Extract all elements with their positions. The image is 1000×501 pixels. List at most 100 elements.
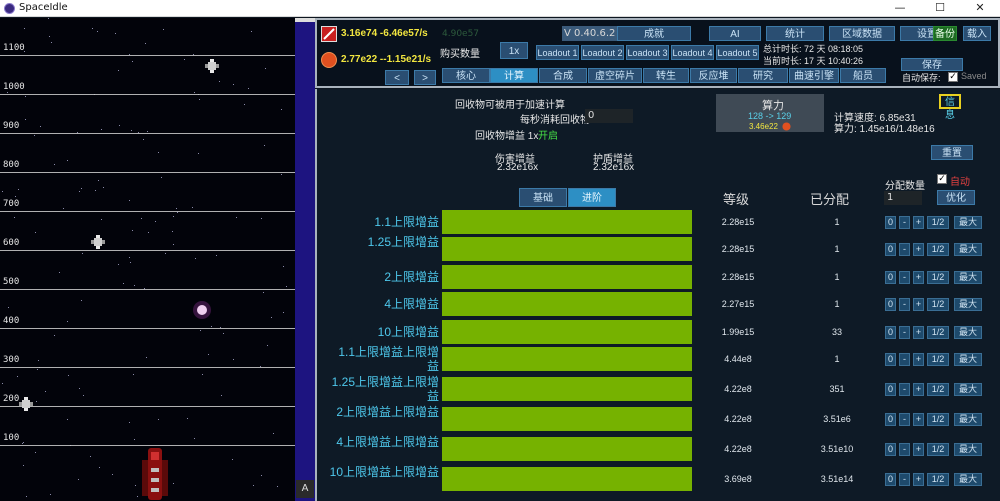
minimize-button[interactable]: — [880,0,920,17]
max-button[interactable]: 最大 [954,298,982,311]
decrement-button[interactable]: - [899,271,910,284]
max-button[interactable]: 最大 [954,243,982,256]
optimize-button[interactable]: 优化 [937,190,975,205]
decrement-button[interactable]: - [899,298,910,311]
tab-reactor[interactable]: 反应堆 [690,68,737,83]
scrollbar-thumb[interactable] [295,18,315,22]
achievements-button[interactable]: 成就 [617,26,691,41]
decrement-button[interactable]: - [899,243,910,256]
loadout-button-2[interactable]: Loadout 2 [581,45,624,60]
loadout-button-4[interactable]: Loadout 4 [671,45,714,60]
increment-button[interactable]: + [913,473,924,486]
stats-button[interactable]: 统计 [766,26,824,41]
max-button[interactable]: 最大 [954,271,982,284]
set-zero-button[interactable]: 0 [885,413,896,426]
game-scrollbar[interactable] [295,18,315,501]
increment-button[interactable]: + [913,443,924,456]
decrement-button[interactable]: - [899,413,910,426]
decrement-button[interactable]: - [899,383,910,396]
set-zero-button[interactable]: 0 [885,383,896,396]
half-button[interactable]: 1/2 [927,353,949,366]
half-button[interactable]: 1/2 [927,443,949,456]
decrement-button[interactable]: - [899,473,910,486]
set-zero-button[interactable]: 0 [885,326,896,339]
max-button[interactable]: 最大 [954,326,982,339]
max-button[interactable]: 最大 [954,413,982,426]
half-button[interactable]: 1/2 [927,216,949,229]
max-button[interactable]: 最大 [954,383,982,396]
reset-button[interactable]: 重置 [931,145,973,160]
half-button[interactable]: 1/2 [927,383,949,396]
background-star [223,333,224,334]
ai-button[interactable]: AI [709,26,761,41]
maximize-button[interactable]: ☐ [920,0,960,17]
game-viewport[interactable]: 1100 1000 900 800 700 600 500 400 300 200 100 [0,18,295,501]
increment-button[interactable]: + [913,326,924,339]
subtab-basic[interactable]: 基础 [519,188,567,207]
set-zero-button[interactable]: 0 [885,216,896,229]
resource-2-icon [321,52,337,68]
max-button[interactable]: 最大 [954,216,982,229]
background-star [15,196,16,197]
close-button[interactable]: ✕ [960,0,1000,17]
half-button[interactable]: 1/2 [927,413,949,426]
max-button[interactable]: 最大 [954,353,982,366]
set-zero-button[interactable]: 0 [885,243,896,256]
increment-button[interactable]: + [913,413,924,426]
increment-button[interactable]: + [913,216,924,229]
autosave-checkbox[interactable]: ✓ [948,72,958,82]
loadout-button-1[interactable]: Loadout 1 [536,45,579,60]
loadout-button-5[interactable]: Loadout 5 [716,45,759,60]
alloc-input[interactable]: 1 [884,191,922,205]
set-zero-button[interactable]: 0 [885,271,896,284]
recycle-per-sec-label: 每秒消耗回收物 [520,115,590,126]
set-zero-button[interactable]: 0 [885,353,896,366]
recycle-per-sec-input[interactable]: 0 [585,109,633,123]
scroll-a-button[interactable]: A [296,480,314,498]
max-button[interactable]: 最大 [954,473,982,486]
set-zero-button[interactable]: 0 [885,473,896,486]
tab-rebirth[interactable]: 转生 [643,68,689,83]
half-button[interactable]: 1/2 [927,298,949,311]
prev-page-button[interactable]: < [385,70,409,85]
decrement-button[interactable]: - [899,216,910,229]
increment-button[interactable]: + [913,383,924,396]
tab-crew[interactable]: 船员 [840,68,886,83]
tab-compute[interactable]: 计算 [490,68,538,83]
row-allocated: 1 [834,244,840,254]
max-button[interactable]: 最大 [954,443,982,456]
tab-synthesis[interactable]: 合成 [539,68,587,83]
increment-button[interactable]: + [913,271,924,284]
auto-checkbox[interactable]: ✓ [937,174,947,184]
load-button[interactable]: 载入 [963,26,991,41]
region-data-button[interactable]: 区域数据 [829,26,895,41]
decrement-button[interactable]: - [899,353,910,366]
set-zero-button[interactable]: 0 [885,298,896,311]
increment-button[interactable]: + [913,298,924,311]
power-box[interactable]: 算力 128 -> 129 3.46e22 [716,94,824,132]
info-button[interactable]: 信息 [939,94,961,121]
buy-multiplier-button[interactable]: 1x [500,42,528,59]
set-zero-button[interactable]: 0 [885,443,896,456]
half-button[interactable]: 1/2 [927,473,949,486]
next-page-button[interactable]: > [414,70,436,85]
recycle-bonus-state[interactable]: 开启 [538,127,558,142]
background-star [192,207,193,208]
subtab-advanced[interactable]: 进阶 [568,188,616,207]
tab-core[interactable]: 核心 [442,68,490,83]
increment-button[interactable]: + [913,243,924,256]
half-button[interactable]: 1/2 [927,326,949,339]
decrement-button[interactable]: - [899,443,910,456]
half-button[interactable]: 1/2 [927,243,949,256]
half-button[interactable]: 1/2 [927,271,949,284]
background-star [134,439,135,440]
decrement-button[interactable]: - [899,326,910,339]
save-button[interactable]: 保存 [901,58,963,71]
tab-void-shards[interactable]: 虚空碎片 [588,68,642,83]
tab-research[interactable]: 研究 [738,68,788,83]
loadout-button-3[interactable]: Loadout 3 [626,45,669,60]
background-star [131,130,132,131]
backup-button[interactable]: 备份 [933,26,957,41]
tab-warp-drive[interactable]: 曲速引擎 [789,68,839,83]
increment-button[interactable]: + [913,353,924,366]
